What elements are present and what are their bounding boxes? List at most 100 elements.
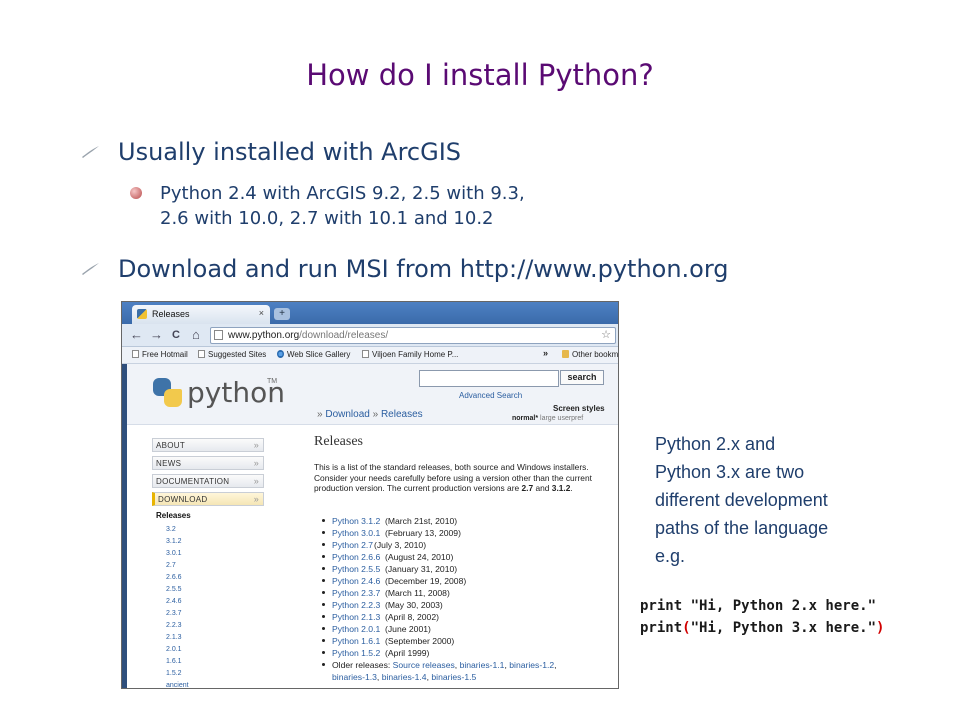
new-tab-button[interactable]: + <box>274 308 290 320</box>
style-userpref[interactable]: userpref <box>558 415 584 422</box>
breadcrumb-download[interactable]: Download <box>325 409 369 420</box>
releases-heading: Releases <box>314 434 363 449</box>
nav-releases-heading: Releases <box>156 511 191 520</box>
release-link[interactable]: Python 2.0.1 <box>332 624 380 634</box>
url-text: www.python.org/download/releases/ <box>228 330 389 341</box>
address-bar[interactable]: www.python.org/download/releases/ ☆ <box>210 327 616 344</box>
note-line: Python 2.x and <box>655 434 776 454</box>
back-arrow-icon[interactable]: ← <box>130 327 143 343</box>
reload-icon[interactable]: C <box>172 327 180 343</box>
browser-screenshot: Releases × + ← → C ⌂ www.python.org/down… <box>121 301 619 689</box>
page-icon <box>132 350 139 358</box>
screen-style-options: normal* large userpref <box>512 415 583 422</box>
python-favicon-icon <box>137 309 147 319</box>
navigation-bar: ← → C ⌂ www.python.org/download/releases… <box>122 324 618 347</box>
nav-release-link[interactable]: 2.3.7 <box>166 610 182 617</box>
nav-release-link[interactable]: 2.1.3 <box>166 634 182 641</box>
sub-bullet-line-2: 2.6 with 10.0, 2.7 with 10.1 and 10.2 <box>160 208 494 229</box>
code-string: "Hi, Python 3.x here." <box>690 620 877 636</box>
chevron-right-icon: » <box>253 476 259 486</box>
nav-release-link[interactable]: 3.2 <box>166 526 176 533</box>
bookmark-web-slice-gallery[interactable]: Web Slice Gallery <box>277 350 350 359</box>
brush-stroke-bullet-icon <box>82 263 99 275</box>
older-source-link[interactable]: Source releases <box>393 660 455 670</box>
style-large[interactable]: large <box>540 415 556 422</box>
release-link[interactable]: Python 1.5.2 <box>332 648 380 658</box>
older-binaries-link[interactable]: binaries-1.5 <box>431 672 476 682</box>
nav-release-link[interactable]: 3.1.2 <box>166 538 182 545</box>
nav-about[interactable]: ABOUT» <box>152 438 264 452</box>
nav-release-link[interactable]: ancient <box>166 682 189 688</box>
tab-releases[interactable]: Releases × <box>132 305 270 324</box>
page-icon <box>214 330 223 340</box>
tab-label: Releases <box>152 309 190 319</box>
bookmarks-more-chevron-icon[interactable]: » <box>543 348 548 358</box>
page-icon <box>362 350 369 358</box>
older-binaries-link[interactable]: binaries-1.3 <box>332 672 377 682</box>
python-logo-icon <box>153 378 183 408</box>
chevron-right-icon: » <box>253 440 259 450</box>
sub-bullet-line-1: Python 2.4 with ArcGIS 9.2, 2.5 with 9.3… <box>160 183 525 204</box>
python-site-header: python TM search Advanced Search » Downl… <box>127 364 618 425</box>
nav-release-link[interactable]: 1.6.1 <box>166 658 182 665</box>
sub-bullet-text: Python 2.4 with ArcGIS 9.2, 2.5 with 9.3… <box>160 181 525 231</box>
bookmark-star-icon[interactable]: ☆ <box>601 328 611 343</box>
code-python2: print "Hi, Python 2.x here." <box>640 598 877 614</box>
release-link[interactable]: Python 2.5.5 <box>332 564 380 574</box>
older-binaries-link[interactable]: binaries-1.4 <box>382 672 427 682</box>
note-line: e.g. <box>655 546 686 566</box>
release-link[interactable]: Python 2.3.7 <box>332 588 380 598</box>
nav-release-link[interactable]: 2.5.5 <box>166 586 182 593</box>
other-bookmarks[interactable]: Other bookm <box>562 350 618 359</box>
chevron-right-icon: » <box>253 494 259 504</box>
nav-release-link[interactable]: 2.4.6 <box>166 598 182 605</box>
older-releases-label: Older releases: Source releases, binarie… <box>332 660 557 670</box>
bookmark-free-hotmail[interactable]: Free Hotmail <box>132 350 188 359</box>
ie-icon <box>277 350 284 358</box>
code-open-paren: ( <box>682 620 691 636</box>
bookmark-viljoen-family[interactable]: Viljoen Family Home P... <box>362 350 458 359</box>
code-close-paren: ) <box>876 620 885 636</box>
nav-release-link[interactable]: 2.0.1 <box>166 646 182 653</box>
note-line: different development <box>655 490 828 510</box>
nav-release-link[interactable]: 2.7 <box>166 562 176 569</box>
web-page: python TM search Advanced Search » Downl… <box>122 364 618 688</box>
slide-title: How do I install Python? <box>306 58 654 92</box>
release-link[interactable]: Python 3.0.1 <box>332 528 380 538</box>
releases-intro: This is a list of the standard releases,… <box>314 462 592 494</box>
forward-arrow-icon[interactable]: → <box>150 327 163 343</box>
close-tab-icon[interactable]: × <box>259 308 264 318</box>
code-python3: print("Hi, Python 3.x here.") <box>640 620 884 636</box>
home-icon[interactable]: ⌂ <box>192 327 200 343</box>
release-link[interactable]: Python 2.1.3 <box>332 612 380 622</box>
bullet-text: Usually installed with ArcGIS <box>118 138 462 166</box>
breadcrumb-releases[interactable]: Releases <box>381 409 423 420</box>
folder-icon <box>562 350 569 358</box>
older-binaries-link[interactable]: binaries-1.1 <box>460 660 505 670</box>
bookmarks-bar: Free Hotmail Suggested Sites Web Slice G… <box>122 347 618 364</box>
brush-stroke-bullet-icon <box>82 146 99 158</box>
nav-release-link[interactable]: 1.5.2 <box>166 670 182 677</box>
release-link[interactable]: Python 2.4.6 <box>332 576 380 586</box>
nav-documentation[interactable]: DOCUMENTATION» <box>152 474 264 488</box>
tab-bar: Releases × + <box>122 302 618 324</box>
bookmark-suggested-sites[interactable]: Suggested Sites <box>198 350 266 359</box>
advanced-search-link[interactable]: Advanced Search <box>459 391 522 400</box>
nav-download[interactable]: DOWNLOAD» <box>152 492 264 506</box>
screen-styles-label: Screen styles <box>553 404 605 413</box>
round-bullet-icon <box>130 187 142 199</box>
release-link[interactable]: Python 2.6.6 <box>332 552 380 562</box>
nav-release-link[interactable]: 3.0.1 <box>166 550 182 557</box>
nav-release-link[interactable]: 2.2.3 <box>166 622 182 629</box>
nav-release-link[interactable]: 2.6.6 <box>166 574 182 581</box>
release-link[interactable]: Python 2.7 <box>332 540 373 550</box>
site-search-button[interactable]: search <box>560 370 604 385</box>
release-link[interactable]: Python 1.6.1 <box>332 636 380 646</box>
release-link[interactable]: Python 2.2.3 <box>332 600 380 610</box>
older-binaries-link[interactable]: binaries-1.2 <box>509 660 554 670</box>
release-link[interactable]: Python 3.1.2 <box>332 516 380 526</box>
nav-news[interactable]: NEWS» <box>152 456 264 470</box>
style-normal[interactable]: normal* <box>512 415 538 422</box>
chevron-right-icon: » <box>253 458 259 468</box>
site-search-input[interactable] <box>419 370 559 387</box>
